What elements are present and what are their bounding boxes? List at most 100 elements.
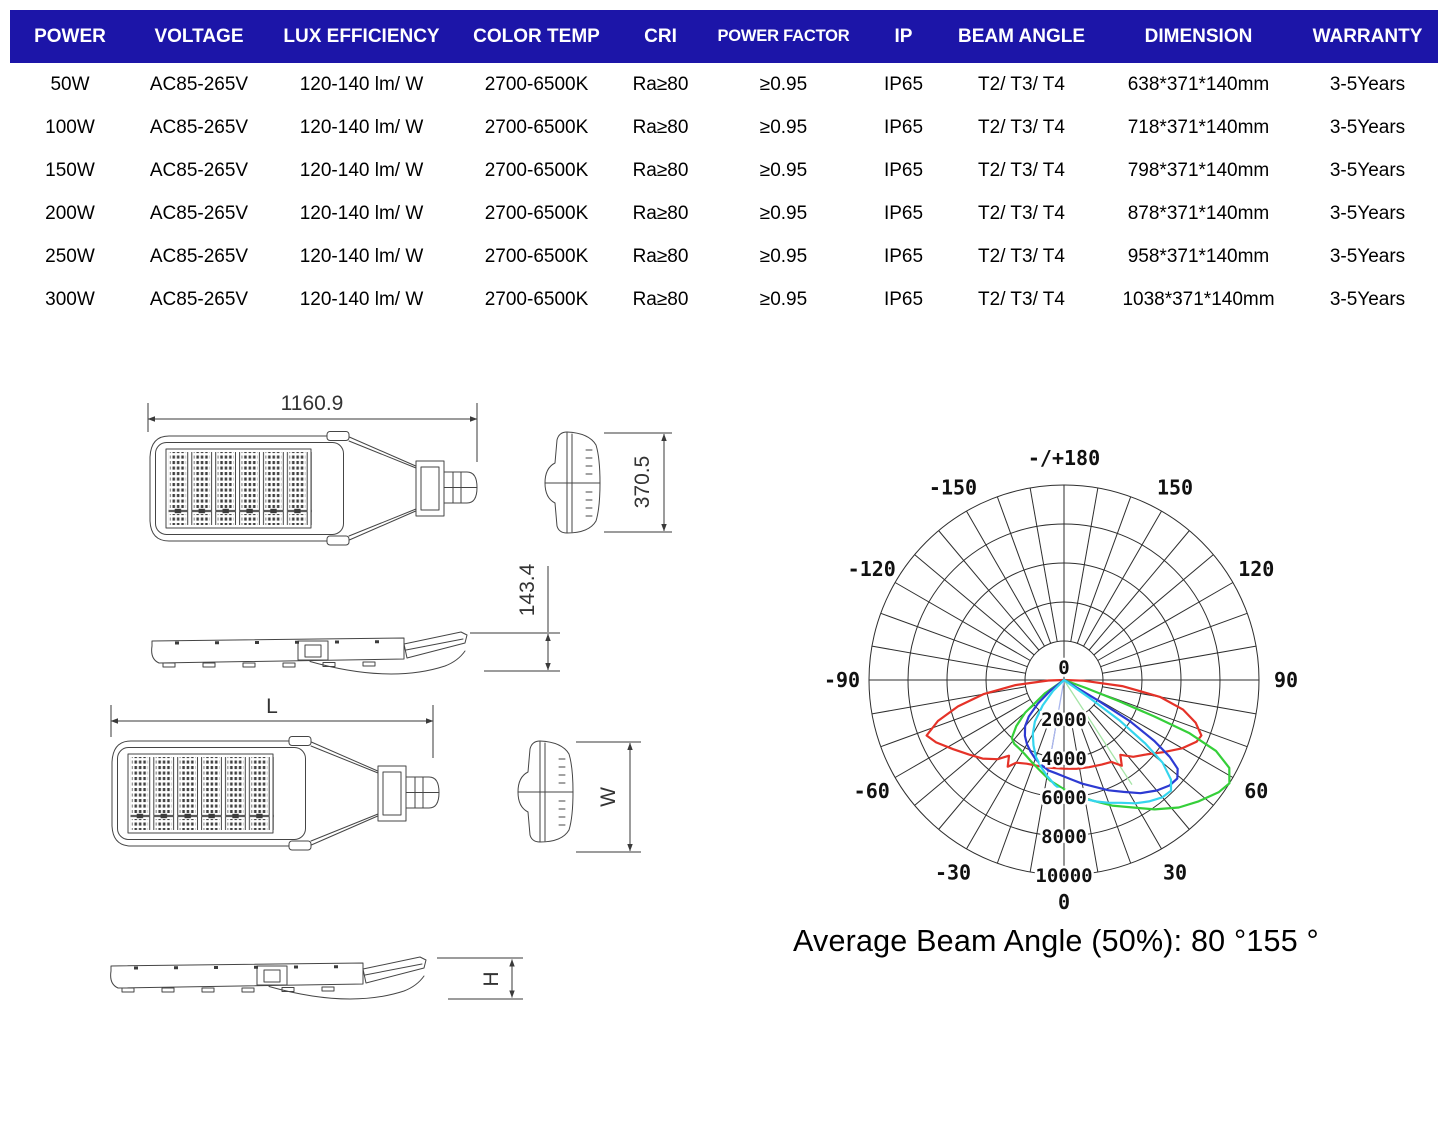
table-cell: 120-140 lm/ W — [268, 74, 455, 96]
angle-label: 120 — [1238, 557, 1274, 581]
table-row: 200WAC85-265V120-140 lm/ W2700-6500KRa≥8… — [10, 192, 1438, 235]
dim-label-width-top: 370.5 — [631, 456, 654, 509]
polar-spoke — [1102, 646, 1256, 673]
table-row: 100WAC85-265V120-140 lm/ W2700-6500KRa≥8… — [10, 106, 1438, 149]
radial-tick-label: 10000 — [1035, 865, 1092, 887]
angle-label: -120 — [848, 557, 896, 581]
table-cell: Ra≥80 — [618, 246, 703, 268]
polar-spoke — [939, 531, 1039, 651]
polar-spoke — [1102, 687, 1256, 714]
table-cell: 2700-6500K — [455, 160, 618, 182]
radial-tick-label: 4000 — [1041, 748, 1087, 770]
polar-spoke — [1101, 693, 1248, 746]
dimension-height-top: 143.4 — [470, 563, 560, 671]
table-cell: T2/ T3/ T4 — [943, 160, 1100, 182]
table-cell: IP65 — [864, 74, 943, 96]
table-cell: AC85-265V — [130, 203, 268, 225]
column-header: BEAM ANGLE — [943, 26, 1100, 48]
dim-label-height-top: 143.4 — [516, 563, 539, 616]
dimension-height-bottom: H — [437, 958, 523, 999]
table-cell: AC85-265V — [130, 289, 268, 311]
spec-table-body: 50WAC85-265V120-140 lm/ W2700-6500KRa≥80… — [10, 63, 1438, 321]
table-cell: 120-140 lm/ W — [268, 160, 455, 182]
datasheet-page: POWERVOLTAGELUX EFFICIENCYCOLOR TEMPCRIP… — [0, 0, 1445, 1129]
table-cell: T2/ T3/ T4 — [943, 289, 1100, 311]
table-cell: ≥0.95 — [703, 246, 864, 268]
polar-spoke — [1077, 497, 1130, 644]
table-cell: 2700-6500K — [455, 117, 618, 139]
table-cell: T2/ T3/ T4 — [943, 74, 1100, 96]
column-header: VOLTAGE — [130, 26, 268, 48]
table-cell: 2700-6500K — [455, 246, 618, 268]
table-cell: IP65 — [864, 117, 943, 139]
table-cell: 120-140 lm/ W — [268, 289, 455, 311]
dim-label-length-top: 1160.9 — [281, 392, 344, 415]
polar-spoke — [881, 693, 1028, 746]
table-cell: 3-5Years — [1297, 74, 1438, 96]
table-cell: 3-5Years — [1297, 117, 1438, 139]
polar-spoke — [915, 555, 1035, 655]
angle-label: 30 — [1163, 860, 1187, 884]
table-cell: IP65 — [864, 160, 943, 182]
spec-table-header: POWERVOLTAGELUX EFFICIENCYCOLOR TEMPCRIP… — [10, 10, 1438, 63]
radial-tick-label: 2000 — [1041, 709, 1087, 731]
table-cell: 3-5Years — [1297, 203, 1438, 225]
dimension-length-bottom: L — [111, 695, 433, 758]
table-cell: 2700-6500K — [455, 289, 618, 311]
column-header: CRI — [618, 26, 703, 48]
angle-label: -/+180 — [1028, 446, 1100, 470]
table-cell: AC85-265V — [130, 117, 268, 139]
spec-table: POWERVOLTAGELUX EFFICIENCYCOLOR TEMPCRIP… — [10, 10, 1438, 321]
dimension-width-bottom: W — [576, 742, 641, 852]
beam-angle-caption: Average Beam Angle (50%): 80 °155 ° — [793, 924, 1433, 959]
table-cell: Ra≥80 — [618, 74, 703, 96]
polar-spoke — [1030, 488, 1057, 642]
table-cell: IP65 — [864, 203, 943, 225]
table-cell: 100W — [10, 117, 130, 139]
table-cell: 3-5Years — [1297, 246, 1438, 268]
table-cell: 3-5Years — [1297, 289, 1438, 311]
table-cell: 718*371*140mm — [1100, 117, 1297, 139]
table-cell: T2/ T3/ T4 — [943, 246, 1100, 268]
column-header: POWER FACTOR — [703, 27, 864, 46]
table-cell: ≥0.95 — [703, 203, 864, 225]
table-cell: 2700-6500K — [455, 74, 618, 96]
polar-spoke — [1094, 555, 1214, 655]
polar-spoke — [1089, 531, 1189, 651]
table-cell: T2/ T3/ T4 — [943, 203, 1100, 225]
angle-label: -30 — [935, 860, 971, 884]
dimension-length-top: 1160.9 — [148, 392, 477, 462]
table-cell: AC85-265V — [130, 74, 268, 96]
polar-spoke — [1101, 613, 1248, 666]
angle-label: 90 — [1274, 668, 1298, 692]
photometric-polar-chart: -/+1801501209060300-30-60-90-120-1500200… — [800, 435, 1330, 920]
table-cell: 120-140 lm/ W — [268, 117, 455, 139]
table-cell: Ra≥80 — [618, 117, 703, 139]
table-cell: Ra≥80 — [618, 203, 703, 225]
table-cell: 150W — [10, 160, 130, 182]
polar-spoke — [997, 497, 1050, 644]
angle-label: -150 — [929, 476, 977, 500]
table-row: 50WAC85-265V120-140 lm/ W2700-6500KRa≥80… — [10, 63, 1438, 106]
table-cell: ≥0.95 — [703, 117, 864, 139]
table-row: 150WAC85-265V120-140 lm/ W2700-6500KRa≥8… — [10, 149, 1438, 192]
angle-label: 60 — [1244, 779, 1268, 803]
table-cell: 1038*371*140mm — [1100, 289, 1297, 311]
dim-label-length-bottom: L — [266, 695, 278, 718]
table-cell: 638*371*140mm — [1100, 74, 1297, 96]
column-header: DIMENSION — [1100, 26, 1297, 48]
table-cell: 3-5Years — [1297, 160, 1438, 182]
column-header: WARRANTY — [1297, 26, 1438, 48]
column-header: LUX EFFICIENCY — [268, 26, 455, 48]
radial-tick-label: 0 — [1058, 657, 1069, 679]
polar-spoke — [881, 613, 1028, 666]
column-header: COLOR TEMP — [455, 26, 618, 48]
table-cell: ≥0.95 — [703, 160, 864, 182]
dim-label-height-bottom: H — [480, 971, 503, 986]
table-cell: Ra≥80 — [618, 160, 703, 182]
table-cell: AC85-265V — [130, 246, 268, 268]
polar-spoke — [939, 710, 1039, 830]
polar-spoke — [872, 646, 1026, 673]
polar-spoke — [895, 583, 1030, 661]
table-cell: ≥0.95 — [703, 289, 864, 311]
